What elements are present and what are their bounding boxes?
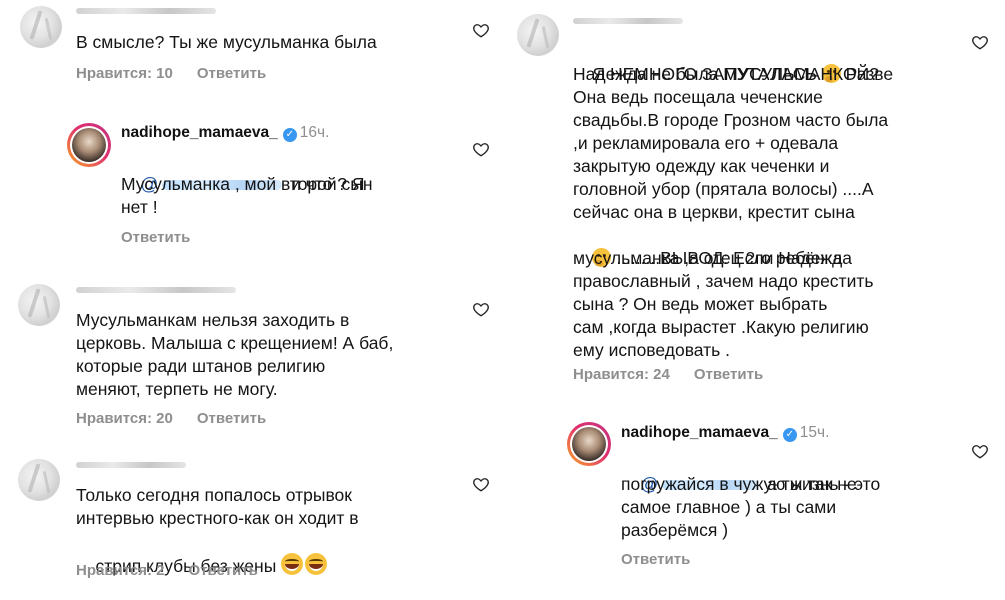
likes-count[interactable]: Нравится: 24 [573,366,670,383]
heart-icon[interactable] [472,21,490,39]
avatar[interactable] [517,14,559,56]
comment-text-line: закрытую одежду как чеченки и [573,156,830,176]
verified-badge-icon: ✓ [282,128,297,142]
comment-meta: Нравится: 10 Ответить [76,65,266,82]
heart-icon[interactable] [971,442,989,460]
comment-text-line: Мусульманкам нельзя заходить в [76,310,350,330]
avatar[interactable] [18,284,60,326]
comment-text-line: ему исповедовать . [573,340,731,360]
avatar[interactable] [18,459,60,501]
reply-button[interactable]: Ответить [197,410,266,427]
comment-text-line: сына ? Он ведь может выбрать [573,294,828,314]
comment-text-line: интервью крестного-как он ходит в [76,508,359,528]
likes-count[interactable]: Нравится: 10 [76,65,173,82]
comment-text-line: Только сегодня попалось отрывок [76,485,352,505]
comment-text-line: мусульманка ,а отец 2го ребёнка [573,248,843,268]
username-blurred[interactable] [573,18,683,24]
comment-text-line: которые ради штанов религию [76,356,326,376]
reply-text-line: Мусульманка , мой второй сын [121,174,373,194]
author-header: nadihope_mamaeva_ ✓ 16ч. [121,124,329,142]
username-blurred[interactable] [76,287,236,293]
reply-button[interactable]: Ответить [121,229,190,246]
comment-left-1: В смысле? Ты же мусульманка была Нравитс… [0,0,500,90]
comment-text-line: православный , зачем надо крестить [573,271,874,291]
heart-icon[interactable] [472,475,490,493]
reply-button[interactable]: Ответить [621,551,690,568]
reply-button[interactable]: Ответить [189,562,258,579]
likes-count[interactable]: Нравится: 20 [76,410,173,427]
timestamp: 16ч. [299,124,330,141]
author-username[interactable]: nadihope_mamaeva_ [621,424,778,441]
username-blurred[interactable] [76,462,186,468]
reply-text-line: разберёмся ) [621,520,729,540]
comment-text-line: головной убор (прятала волосы) ....А [573,179,874,199]
comment-text: В смысле? Ты же мусульманка была [76,32,377,52]
author-reply-left: nadihope_mamaeva_ ✓ 16ч. @ и что ? Я Мусул… [0,118,500,258]
comment-text-line: церковь. Малыша с крещением! А баб, [76,333,394,353]
comment-text-line: сейчас она в церкви, крестит сына [573,202,855,222]
comment-text-line: свадьбы.В городе Грозном часто была [573,110,889,130]
heart-icon[interactable] [971,33,989,51]
author-avatar[interactable] [67,123,111,167]
comment-text-line: сам ,когда вырастет .Какую религию [573,317,869,337]
comment-text-line: Надежда не была МУСУЛЬМАНКОЙ? [573,64,879,84]
heart-icon[interactable] [472,300,490,318]
likes-count[interactable]: Нравится: 2 [76,562,165,579]
comment-left-2: Мусульманкам нельзя заходить в церковь. … [0,280,500,430]
reply-text-line: погружайся в чужую жизнь - это [621,474,881,494]
laughing-emoji-icon [305,552,328,575]
reply-text-line: нет ! [121,197,158,217]
laughing-emoji-icon [281,552,304,575]
comment-text-line: ,и рекламировала его + одевала [573,133,839,153]
comment-right-1: Я НЕМНОГО ЗАПУТАЛАСЬ Разве Надежда не бы… [505,0,1005,400]
username-blurred[interactable] [76,8,216,14]
avatar[interactable] [20,6,62,48]
timestamp: 15ч. [799,424,830,441]
comment-meta: Нравится: 20 Ответить [76,410,266,427]
verified-badge-icon: ✓ [782,428,797,442]
reply-text-line: самое главное ) а ты сами [621,497,837,517]
comment-text-line: меняют, терпеть не могу. [76,379,278,399]
heart-icon[interactable] [472,140,490,158]
comment-left-3: Только сегодня попалось отрывок интервью… [0,455,500,595]
author-avatar[interactable] [567,422,611,466]
author-reply-right: nadihope_mamaeva_ ✓ 15ч. @ а ты так не пог… [505,418,1005,588]
reply-button[interactable]: Ответить [694,366,763,383]
comment-meta: Нравится: 24 Ответить [573,366,763,383]
author-username[interactable]: nadihope_mamaeva_ [121,124,278,141]
author-header: nadihope_mamaeva_ ✓ 15ч. [621,424,829,442]
comment-text-line: Она ведь посещала чеченские [573,87,823,107]
comment-meta: Нравится: 2 Ответить [76,562,258,579]
reply-button[interactable]: Ответить [197,65,266,82]
